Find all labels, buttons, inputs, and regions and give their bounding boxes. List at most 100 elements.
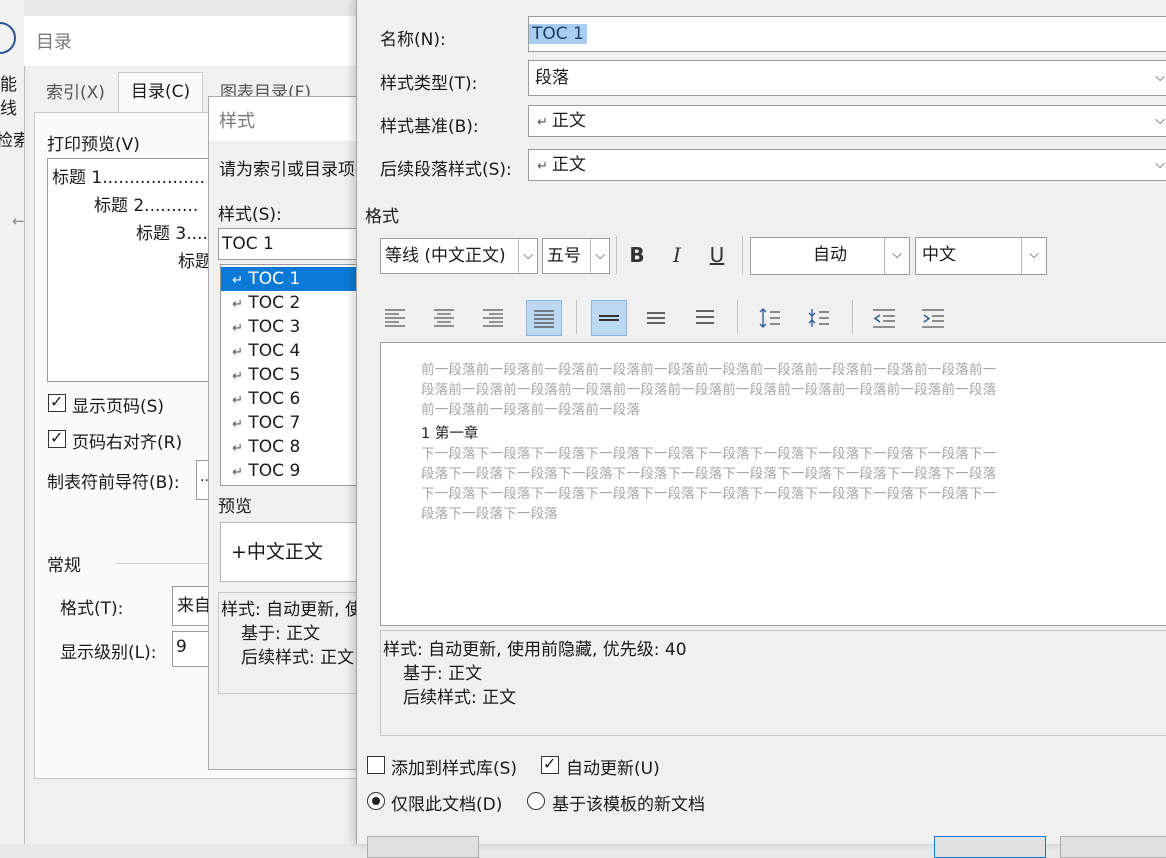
- general-section-label: 常规: [47, 556, 81, 576]
- decrease-spacing-icon[interactable]: [801, 300, 835, 334]
- chevron-down-icon: ⌵: [884, 238, 909, 274]
- style-list-item[interactable]: ↵ TOC 7: [221, 411, 371, 435]
- underline-button[interactable]: U: [702, 240, 732, 270]
- italic-button[interactable]: I: [662, 240, 692, 270]
- preview-previous-paragraph: 段落前一段落前一段落前一段落前一段落前一段落前一段落前一段落前一段落前一段落前一…: [421, 382, 997, 398]
- style-prompt: 请为索引或目录项指定样式: [219, 160, 359, 180]
- print-preview-label: 打印预览(V): [47, 135, 140, 155]
- only-this-document-label: 仅限此文档(D): [391, 795, 503, 815]
- paragraph-mark-icon: ↵: [537, 115, 548, 130]
- auto-update-checkbox[interactable]: [541, 754, 559, 774]
- font-select[interactable]: 等线 (中文正文) ⌵: [380, 238, 538, 274]
- style-list-item[interactable]: ↵ TOC 9: [221, 459, 371, 483]
- new-docs-template-radio[interactable]: [527, 792, 545, 810]
- toolbar-separator: [742, 236, 743, 274]
- single-spacing-icon[interactable]: [591, 300, 627, 336]
- tab-index[interactable]: 索引(X): [34, 74, 117, 112]
- toc-dialog-title: 目录: [36, 32, 72, 53]
- toolbar-separator: [737, 300, 738, 334]
- chevron-down-icon: ⌵: [1155, 70, 1165, 85]
- preview-heading-4: 标题: [178, 252, 212, 272]
- style-type-select[interactable]: 段落 ⌵: [528, 60, 1166, 96]
- desc-line: 样式: 自动更新, 使用前隐藏, 优先级: 40: [383, 640, 687, 660]
- desc-line: 样式: 自动更新, 使用前隐藏, 优先级: 40: [221, 600, 369, 620]
- add-to-gallery-label: 添加到样式库(S): [391, 759, 518, 779]
- font-color-select[interactable]: 自动 ⌵: [750, 237, 910, 275]
- style-label: 样式(S):: [218, 205, 282, 225]
- right-align-checkbox[interactable]: [48, 428, 66, 448]
- cancel-button[interactable]: [1060, 836, 1166, 858]
- font-size-select[interactable]: 五号 ⌵: [542, 238, 610, 274]
- language-select[interactable]: 中文 ⌵: [915, 237, 1047, 275]
- toolbar-separator: [852, 300, 853, 334]
- preview-previous-paragraph: 前一段落前一段落前一段落前一段落: [421, 402, 641, 418]
- bg-text: 线: [0, 99, 17, 119]
- justify-icon[interactable]: [526, 300, 562, 336]
- chevron-down-icon: ⌵: [590, 239, 609, 273]
- right-align-label: 页码右对齐(R): [72, 433, 183, 453]
- style-description: 样式: 自动更新, 使用前隐藏, 优先级: 40 基于: 正文 后续样式: 正文: [218, 592, 370, 694]
- preview-next-paragraph: 段落下一段落下一段落下一段落下一段落下一段落下一段落下一段落下一段落下一段落下一…: [421, 466, 997, 482]
- next-style-select[interactable]: ↵ 正文 ⌵: [528, 149, 1166, 181]
- style-input[interactable]: TOC 1: [218, 228, 373, 260]
- toolbar-separator: [616, 236, 617, 274]
- new-docs-template-label: 基于该模板的新文档: [552, 795, 705, 815]
- style-list-item[interactable]: ↵ TOC 4: [221, 339, 371, 363]
- show-page-numbers-checkbox[interactable]: [48, 392, 66, 412]
- name-input[interactable]: TOC 1: [528, 16, 1166, 52]
- increase-spacing-icon[interactable]: [752, 300, 786, 334]
- desc-line: 基于: 正文: [403, 664, 483, 684]
- preview-next-paragraph: 段落下一段落下一段落: [421, 506, 558, 522]
- style-list-item[interactable]: ↵ TOC 6: [221, 387, 371, 411]
- chevron-down-icon: ⌵: [518, 239, 537, 273]
- show-levels-label: 显示级别(L):: [60, 643, 157, 663]
- style-based-on-label: 样式基准(B):: [380, 117, 479, 137]
- one-half-spacing-icon[interactable]: [639, 300, 673, 334]
- style-preview-label: 预览: [218, 497, 252, 517]
- decrease-indent-icon[interactable]: [866, 300, 900, 334]
- style-list-item[interactable]: ↵ TOC 1: [221, 267, 371, 291]
- ok-button[interactable]: [934, 836, 1046, 858]
- bg-text: 能: [0, 75, 17, 95]
- chevron-down-icon: ⌵: [1021, 238, 1046, 274]
- align-left-icon[interactable]: [378, 300, 412, 334]
- style-list[interactable]: ↵ TOC 1 ↵ TOC 2 ↵ TOC 3 ↵ TOC 4 ↵ TOC 5 …: [220, 264, 372, 486]
- chevron-down-icon: ⌵: [1155, 157, 1165, 172]
- tab-toc[interactable]: 目录(C): [118, 72, 204, 115]
- preview-sample-text: 1 第一章: [421, 426, 479, 442]
- increase-indent-icon[interactable]: [915, 300, 949, 334]
- desc-line: 基于: 正文: [241, 624, 321, 644]
- style-based-on-select[interactable]: ↵ 正文 ⌵: [528, 105, 1166, 137]
- double-spacing-icon[interactable]: [688, 300, 722, 334]
- preview-heading-2: 标题 2..........: [94, 196, 199, 216]
- preview-next-paragraph: 下一段落下一段落下一段落下一段落下一段落下一段落下一段落下一段落下一段落下一段落…: [421, 446, 997, 462]
- show-page-numbers-label: 显示页码(S): [72, 397, 165, 417]
- style-list-item[interactable]: ↵ TOC 3: [221, 315, 371, 339]
- only-this-document-radio[interactable]: [367, 792, 385, 810]
- preview-heading-3: 标题 3......: [136, 224, 219, 244]
- preview-heading-1: 标题 1...................: [52, 168, 205, 188]
- style-type-label: 样式类型(T):: [380, 74, 478, 94]
- style-list-item[interactable]: ↵ TOC 2: [221, 291, 371, 315]
- desc-line: 后续样式: 正文: [241, 648, 355, 668]
- bold-button[interactable]: B: [622, 240, 652, 270]
- tab-leader-label: 制表符前导符(B):: [47, 473, 180, 493]
- align-center-icon[interactable]: [427, 300, 461, 334]
- preview-previous-paragraph: 前一段落前一段落前一段落前一段落前一段落前一段落前一段落前一段落前一段落前一段落…: [421, 362, 997, 378]
- add-to-gallery-checkbox[interactable]: [367, 756, 385, 774]
- paragraph-mark-icon: ↵: [537, 159, 548, 174]
- name-label: 名称(N):: [380, 30, 446, 50]
- chevron-down-icon: ⌵: [1155, 113, 1165, 128]
- desc-line: 后续样式: 正文: [403, 688, 517, 708]
- style-list-item[interactable]: ↵ TOC 5: [221, 363, 371, 387]
- format-section-label: 格式: [365, 207, 399, 227]
- format-menu-button[interactable]: [367, 836, 479, 858]
- align-right-icon[interactable]: [476, 300, 510, 334]
- format-label: 格式(T):: [60, 599, 124, 619]
- arrow-left-icon: ←: [12, 212, 25, 230]
- modify-style-description: 样式: 自动更新, 使用前隐藏, 优先级: 40 基于: 正文 后续样式: 正文: [380, 630, 1166, 736]
- name-value: TOC 1: [529, 24, 587, 44]
- auto-update-label: 自动更新(U): [566, 759, 660, 779]
- style-dialog-title: 样式: [219, 111, 255, 132]
- style-list-item[interactable]: ↵ TOC 8: [221, 435, 371, 459]
